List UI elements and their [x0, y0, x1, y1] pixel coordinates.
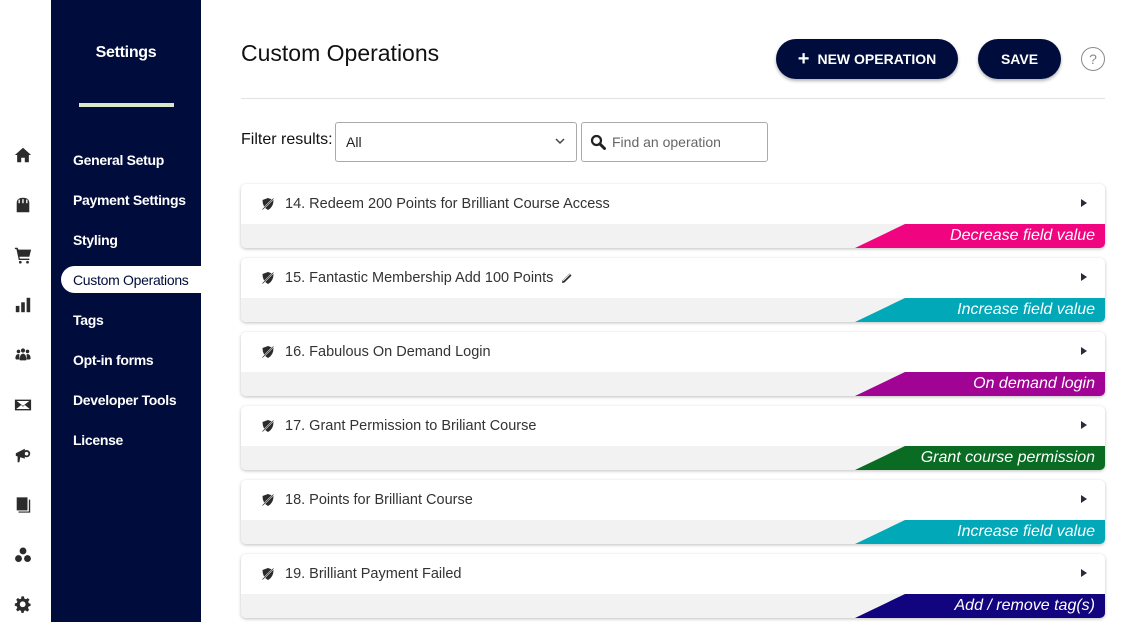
circles-icon[interactable] — [13, 545, 33, 565]
filter-label: Filter results: — [241, 131, 333, 148]
shield-slash-icon — [261, 271, 275, 285]
sidebar-item-payment-settings[interactable]: Payment Settings — [51, 180, 201, 220]
operation-header: 17. Grant Permission to Briliant Course — [241, 406, 1105, 446]
sidebar-item-license[interactable]: License — [51, 420, 201, 460]
search-input[interactable] — [612, 134, 762, 150]
operation-title: 14. Redeem 200 Points for Brilliant Cour… — [285, 196, 610, 212]
operation-header: 14. Redeem 200 Points for Brilliant Cour… — [241, 184, 1105, 224]
store-icon[interactable] — [13, 195, 33, 215]
filter-select[interactable]: All — [335, 122, 577, 162]
shield-slash-icon — [261, 197, 275, 211]
bar-chart-icon[interactable] — [13, 295, 33, 315]
sidebar-item-developer-tools[interactable]: Developer Tools — [51, 380, 201, 420]
users-icon[interactable] — [13, 345, 33, 365]
icon-rail — [0, 0, 51, 622]
home-icon[interactable] — [13, 145, 33, 165]
operation-card[interactable]: 18. Points for Brilliant Course Increase… — [241, 480, 1105, 544]
main-content: Custom Operations + NEW OPERATION SAVE ?… — [241, 0, 1105, 622]
operation-header: 19. Brilliant Payment Failed — [241, 554, 1105, 594]
search-icon — [590, 134, 606, 150]
operation-header: 16. Fabulous On Demand Login — [241, 332, 1105, 372]
sidebar-item-general-setup[interactable]: General Setup — [51, 140, 201, 180]
shield-slash-icon — [261, 567, 275, 581]
operation-title: 16. Fabulous On Demand Login — [285, 344, 491, 360]
app: Settings General Setup Payment Settings … — [0, 0, 1136, 622]
plus-icon: + — [797, 48, 810, 70]
sidebar-item-custom-operations[interactable]: Custom Operations — [61, 266, 201, 293]
save-button[interactable]: SAVE — [978, 39, 1061, 79]
book-icon[interactable] — [13, 495, 33, 515]
new-operation-button[interactable]: + NEW OPERATION — [776, 39, 958, 79]
expand-caret-icon[interactable] — [1081, 347, 1087, 355]
shield-slash-icon — [261, 345, 275, 359]
search-box — [581, 122, 768, 162]
megaphone-icon[interactable] — [13, 445, 33, 465]
operation-card[interactable]: 16. Fabulous On Demand Login On demand l… — [241, 332, 1105, 396]
chevron-down-icon — [555, 138, 565, 145]
new-operation-label: NEW OPERATION — [817, 51, 937, 67]
operation-card[interactable]: 19. Brilliant Payment Failed Add / remov… — [241, 554, 1105, 618]
expand-caret-icon[interactable] — [1081, 569, 1087, 577]
pencil-icon[interactable] — [561, 272, 573, 284]
settings-nav: General Setup Payment Settings Styling C… — [51, 140, 201, 460]
gear-icon[interactable] — [13, 595, 33, 615]
header-divider — [241, 98, 1105, 99]
operation-title: 19. Brilliant Payment Failed — [285, 566, 462, 582]
operation-card[interactable]: 15. Fantastic Membership Add 100 Points … — [241, 258, 1105, 322]
sidebar-divider — [79, 103, 174, 107]
sidebar-item-styling[interactable]: Styling — [51, 220, 201, 260]
filter-select-value: All — [346, 134, 362, 150]
expand-caret-icon[interactable] — [1081, 273, 1087, 281]
shield-slash-icon — [261, 493, 275, 507]
operation-header: 15. Fantastic Membership Add 100 Points — [241, 258, 1105, 298]
settings-sidebar: Settings General Setup Payment Settings … — [51, 0, 201, 622]
help-icon[interactable]: ? — [1081, 47, 1105, 71]
expand-caret-icon[interactable] — [1081, 199, 1087, 207]
cart-icon[interactable] — [13, 245, 33, 265]
shield-slash-icon — [261, 419, 275, 433]
operation-card[interactable]: 14. Redeem 200 Points for Brilliant Cour… — [241, 184, 1105, 248]
expand-caret-icon[interactable] — [1081, 421, 1087, 429]
operation-card[interactable]: 17. Grant Permission to Briliant Course … — [241, 406, 1105, 470]
sidebar-title: Settings — [95, 44, 157, 61]
operations-list: 14. Redeem 200 Points for Brilliant Cour… — [241, 184, 1105, 622]
operation-title: 18. Points for Brilliant Course — [285, 492, 473, 508]
envelope-icon[interactable] — [13, 395, 33, 415]
page-title: Custom Operations — [241, 40, 440, 66]
operation-title: 15. Fantastic Membership Add 100 Points — [285, 270, 554, 286]
operation-title: 17. Grant Permission to Briliant Course — [285, 418, 537, 434]
operation-header: 18. Points for Brilliant Course — [241, 480, 1105, 520]
sidebar-item-opt-in-forms[interactable]: Opt-in forms — [51, 340, 201, 380]
expand-caret-icon[interactable] — [1081, 495, 1087, 503]
sidebar-item-tags[interactable]: Tags — [51, 300, 201, 340]
